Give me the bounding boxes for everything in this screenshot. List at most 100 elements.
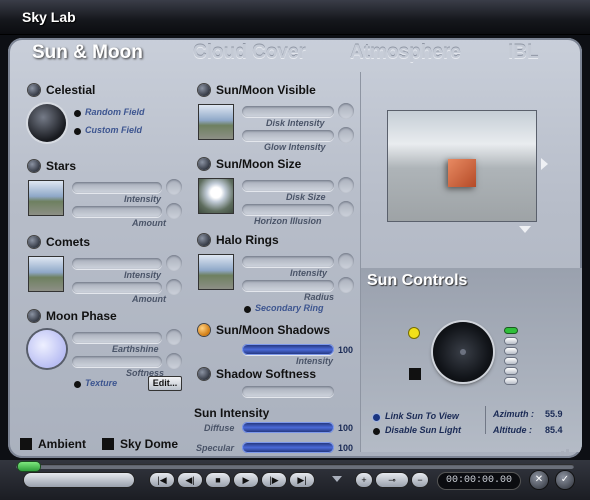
- step-forward-button[interactable]: |▶: [262, 473, 286, 487]
- shadow-intensity-value: 100: [338, 345, 354, 355]
- comets-thumbnail[interactable]: [28, 256, 64, 292]
- custom-field-radio[interactable]: [74, 128, 81, 135]
- disk-size-slider[interactable]: [242, 180, 334, 191]
- specular-slider[interactable]: [242, 442, 334, 453]
- tab-cloud-cover[interactable]: Cloud Cover: [193, 42, 306, 64]
- link-sun-to-view-radio[interactable]: [373, 414, 380, 421]
- shadow-intensity-slider[interactable]: [242, 344, 334, 355]
- altitude-value: 85.4: [545, 425, 563, 435]
- comets-toggle[interactable]: [28, 236, 40, 248]
- sun-preview-viewport[interactable]: [387, 110, 537, 222]
- cancel-button[interactable]: ✕: [530, 471, 548, 489]
- sun-ring-button-3[interactable]: [505, 358, 517, 364]
- disk-intensity-slider[interactable]: [242, 106, 334, 117]
- sun-moon-size-toggle[interactable]: [198, 158, 210, 170]
- halo-radius-slider[interactable]: [242, 280, 334, 291]
- glow-intensity-button[interactable]: [338, 127, 354, 143]
- diffuse-label: Diffuse: [204, 423, 235, 433]
- stars-intensity-button[interactable]: [166, 179, 182, 195]
- sun-moon-size-thumbnail[interactable]: [198, 178, 234, 214]
- keyframe-button[interactable]: ⊸: [376, 473, 408, 487]
- stars-label: Stars: [46, 159, 77, 173]
- loop-dropdown-icon[interactable]: [332, 476, 342, 482]
- diffuse-slider[interactable]: [242, 422, 334, 433]
- stars-thumbnail[interactable]: [28, 180, 64, 216]
- celestial-preview[interactable]: [28, 104, 66, 142]
- expand-right-icon[interactable]: [541, 158, 548, 170]
- play-button[interactable]: ▶: [234, 473, 258, 487]
- stars-amount-slider[interactable]: [72, 206, 162, 217]
- tab-sun-moon[interactable]: Sun & Moon: [32, 42, 143, 64]
- disk-size-button[interactable]: [338, 177, 354, 193]
- sun-position-dial[interactable]: [433, 322, 493, 382]
- secondary-ring-label: Secondary Ring: [255, 303, 324, 313]
- comets-intensity-button[interactable]: [166, 255, 182, 271]
- sun-moon-shadows-toggle[interactable]: [198, 324, 210, 336]
- keyframe-strip[interactable]: [24, 473, 134, 487]
- sun-ring-button-1[interactable]: [505, 338, 517, 344]
- add-keyframe-button[interactable]: +: [356, 473, 372, 487]
- sun-ring-button-2[interactable]: [505, 348, 517, 354]
- sun-ring-button-4[interactable]: [505, 368, 517, 374]
- moon-phase-preview[interactable]: [28, 330, 66, 368]
- sun-ring-button-5[interactable]: [505, 378, 517, 384]
- glow-intensity-slider[interactable]: [242, 130, 334, 141]
- halo-radius-button[interactable]: [338, 277, 354, 293]
- sun-moon-visible-thumbnail[interactable]: [198, 104, 234, 140]
- tab-ibl[interactable]: IBL: [508, 42, 539, 64]
- stars-intensity-slider[interactable]: [72, 182, 162, 193]
- go-to-start-button[interactable]: |◀: [150, 473, 174, 487]
- tab-atmosphere[interactable]: Atmosphere: [350, 42, 461, 64]
- step-back-icon: ◀|: [185, 475, 195, 485]
- play-icon: ▶: [242, 475, 250, 485]
- halo-intensity-button[interactable]: [338, 253, 354, 269]
- earthshine-button[interactable]: [166, 329, 182, 345]
- horizon-illusion-button[interactable]: [338, 201, 354, 217]
- diffuse-value: 100: [338, 423, 354, 433]
- apply-button[interactable]: ✓: [556, 471, 574, 489]
- disable-sun-light-radio[interactable]: [373, 428, 380, 435]
- ambient-label: Ambient: [38, 437, 86, 451]
- altitude-label: Altitude :: [493, 425, 532, 435]
- disk-intensity-button[interactable]: [338, 103, 354, 119]
- sun-moon-visible-label: Sun/Moon Visible: [216, 83, 316, 97]
- comets-intensity-label: Intensity: [124, 270, 162, 280]
- comets-amount-slider[interactable]: [72, 282, 162, 293]
- timeline-scrubber[interactable]: [18, 462, 40, 471]
- shadow-softness-slider[interactable]: [242, 386, 334, 397]
- earthshine-slider[interactable]: [72, 332, 162, 343]
- edit-texture-button[interactable]: Edit...: [148, 376, 182, 391]
- secondary-ring-radio[interactable]: [244, 306, 251, 313]
- texture-radio[interactable]: [74, 381, 81, 388]
- stars-amount-button[interactable]: [166, 203, 182, 219]
- moon-phase-toggle[interactable]: [28, 310, 40, 322]
- sun-controls-title: Sun Controls: [367, 272, 468, 289]
- softness-button[interactable]: [166, 353, 182, 369]
- celestial-toggle[interactable]: [28, 84, 40, 96]
- ambient-checkbox[interactable]: [20, 438, 32, 450]
- stop-button[interactable]: ■: [206, 473, 230, 487]
- close-icon: ✕: [534, 474, 544, 485]
- comets-intensity-slider[interactable]: [72, 258, 162, 269]
- stars-amount-label: Amount: [132, 218, 166, 228]
- remove-keyframe-button[interactable]: −: [412, 473, 428, 487]
- shadow-softness-toggle[interactable]: [198, 368, 210, 380]
- step-back-button[interactable]: ◀|: [178, 473, 202, 487]
- title-bar[interactable]: Sky Lab: [0, 0, 590, 35]
- expand-down-icon[interactable]: [519, 226, 531, 233]
- comets-amount-button[interactable]: [166, 279, 182, 295]
- resize-grip-icon[interactable]: [546, 448, 576, 456]
- halo-intensity-slider[interactable]: [242, 256, 334, 267]
- random-field-radio[interactable]: [74, 110, 81, 117]
- timecode-display[interactable]: 00:00:00.00: [438, 473, 520, 489]
- sun-moon-visible-toggle[interactable]: [198, 84, 210, 96]
- go-to-end-button[interactable]: ▶|: [290, 473, 314, 487]
- halo-rings-thumbnail[interactable]: [198, 254, 234, 290]
- timeline-track[interactable]: [16, 462, 574, 471]
- stars-toggle[interactable]: [28, 160, 40, 172]
- horizon-illusion-slider[interactable]: [242, 204, 334, 215]
- sky-dome-checkbox[interactable]: [102, 438, 114, 450]
- softness-slider[interactable]: [72, 356, 162, 367]
- halo-rings-toggle[interactable]: [198, 234, 210, 246]
- random-field-label: Random Field: [85, 107, 145, 117]
